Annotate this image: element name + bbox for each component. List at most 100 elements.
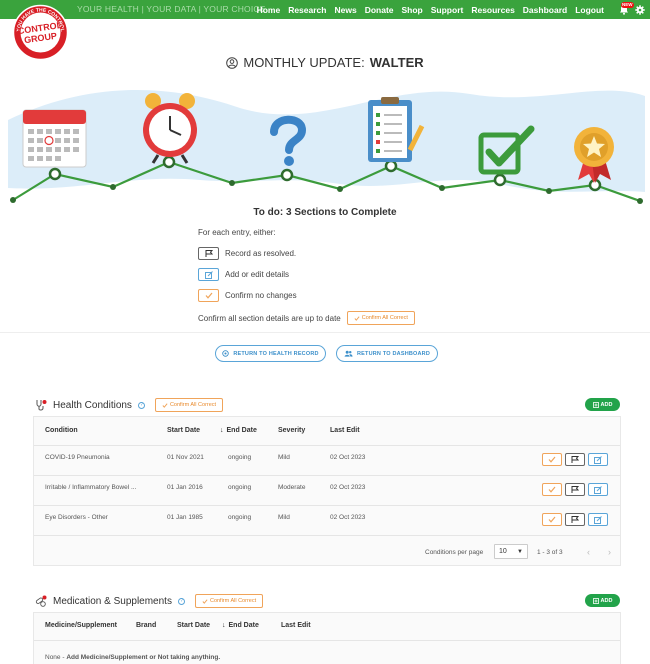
top-nav-bar: YOUR HEALTH | YOUR DATA | YOUR CHOICE Ho… (0, 0, 650, 19)
nav-link-donate[interactable]: Donate (365, 5, 394, 15)
check-icon (548, 486, 556, 493)
end-date: ongoing (228, 514, 252, 521)
column-header-brand[interactable]: Brand (136, 622, 156, 629)
nav-link-research[interactable]: Research (288, 5, 326, 15)
add-label: ADD (600, 597, 613, 604)
edit-icon (594, 515, 602, 524)
divider (34, 640, 620, 641)
confirm-no-changes-button[interactable] (542, 453, 562, 466)
caret-down-icon: ▼ (517, 548, 523, 555)
flag-icon (571, 456, 579, 463)
edit-details-button[interactable] (588, 453, 608, 466)
plus-square-icon (592, 401, 599, 408)
check-icon (548, 456, 556, 463)
confirm-all-correct-label: Confirm All Correct (361, 315, 408, 321)
start-date: 01 Jan 1985 (167, 514, 203, 521)
edit-details-button[interactable] (588, 483, 608, 496)
medal-icon (574, 127, 614, 183)
edit-icon (594, 485, 602, 494)
next-page-icon[interactable]: › (608, 547, 611, 557)
severity: Moderate (278, 484, 306, 491)
column-header-start-date[interactable]: Start Date (167, 427, 200, 434)
pills-icon (35, 595, 47, 607)
column-header-severity[interactable]: Severity (278, 427, 305, 434)
flag-icon (571, 486, 579, 493)
medication-header: Medication & Supplements ? Confirm All C… (35, 594, 264, 608)
nav-tagline: YOUR HEALTH | YOUR DATA | YOUR CHOICE (77, 4, 266, 14)
check-icon (202, 598, 208, 604)
add-medication-link[interactable]: Add Medicine/Supplement or Not taking an… (66, 654, 220, 661)
condition-name: COVID-19 Pneumonia (45, 454, 110, 461)
flag-icon (571, 516, 579, 523)
add-medication-button[interactable]: ADD (585, 594, 620, 607)
nav-link-home[interactable]: Home (257, 5, 281, 15)
column-header-end-date[interactable]: ↓ End Date (220, 427, 257, 434)
end-date-label: End Date (226, 427, 257, 434)
per-page-select[interactable]: 10 ▼ (494, 544, 528, 559)
sort-arrow-down-icon: ↓ (222, 622, 226, 629)
section-title: Health Conditions (53, 399, 132, 411)
page-title: MONTHLY UPDATE: WALTER (0, 55, 650, 70)
column-header-condition[interactable]: Condition (45, 427, 78, 434)
confirm-no-changes-button[interactable] (542, 513, 562, 526)
todo-heading: To do: 3 Sections to Complete (253, 207, 397, 218)
confirm-all-correct-button[interactable]: Confirm All Correct (154, 398, 224, 412)
app: YOUR HEALTH | YOUR DATA | YOUR CHOICE Ho… (0, 0, 650, 664)
last-edit: 02 Oct 2023 (330, 454, 366, 461)
record-resolved-button[interactable] (565, 513, 585, 526)
confirm-all-correct-button[interactable]: Confirm All Correct (346, 311, 415, 325)
return-to-health-record-label: RETURN TO HEALTH RECORD (233, 350, 319, 357)
column-header-last-edit[interactable]: Last Edit (281, 622, 311, 629)
control-group-logo[interactable]: YOU HAVE THE CONTROL CONTROL GROUP (12, 4, 69, 61)
edit-details-button[interactable] (588, 513, 608, 526)
severity: Mild (278, 454, 290, 461)
nav-link-news[interactable]: News (334, 5, 356, 15)
nav-link-dashboard[interactable]: Dashboard (523, 5, 567, 15)
per-page-value: 10 (499, 548, 507, 555)
progress-illustration (8, 89, 645, 204)
return-to-dashboard-button[interactable]: RETURN TO DASHBOARD (336, 345, 438, 362)
confirm-no-changes-button[interactable] (542, 483, 562, 496)
record-resolved-button[interactable] (565, 453, 585, 466)
nav-link-resources[interactable]: Resources (471, 5, 514, 15)
start-date: 01 Nov 2021 (167, 454, 204, 461)
user-circle-icon (226, 56, 239, 69)
add-condition-button[interactable]: ADD (585, 398, 620, 411)
check-icon (162, 402, 168, 408)
severity: Mild (278, 514, 290, 521)
nav-link-shop[interactable]: Shop (402, 5, 423, 15)
empty-state-prefix: None - (45, 654, 67, 661)
health-conditions-header: Health Conditions ? Confirm All Correct (35, 398, 224, 412)
record-resolved-button[interactable] (565, 483, 585, 496)
confirm-all-correct-button[interactable]: Confirm All Correct (194, 594, 264, 608)
legend-confirm-label: Confirm no changes (225, 291, 297, 300)
divider (34, 535, 620, 536)
calendar-icon (22, 109, 87, 168)
confirm-all-correct-label: Confirm All Correct (169, 402, 217, 408)
nav-link-support[interactable]: Support (431, 5, 464, 15)
confirm-all-text: Confirm all section details are up to da… (198, 313, 341, 323)
column-header-medicine[interactable]: Medicine/Supplement (45, 622, 117, 629)
help-icon[interactable]: ? (137, 401, 145, 409)
target-icon (222, 350, 230, 357)
help-icon[interactable]: ? (177, 597, 185, 605)
condition-name: Irritable / Inflammatory Bowel ... (45, 484, 137, 491)
end-date: ongoing (228, 484, 252, 491)
divider (0, 332, 650, 333)
column-header-start-date[interactable]: Start Date (177, 622, 210, 629)
settings-gear-icon[interactable] (635, 5, 645, 15)
nav-link-logout[interactable]: Logout (575, 5, 604, 15)
last-edit: 02 Oct 2023 (330, 514, 366, 521)
section-title: Medication & Supplements (53, 595, 172, 607)
column-header-end-date[interactable]: ↓ End Date (222, 622, 259, 629)
return-to-health-record-button[interactable]: RETURN TO HEALTH RECORD (215, 345, 326, 362)
condition-name: Eye Disorders - Other (45, 514, 108, 521)
column-header-last-edit[interactable]: Last Edit (330, 427, 360, 434)
edit-icon (198, 268, 219, 281)
legend-edit: Add or edit details (198, 268, 289, 281)
previous-page-icon[interactable]: ‹ (587, 547, 590, 557)
last-edit: 02 Oct 2023 (330, 484, 366, 491)
divider (34, 475, 620, 476)
title-user-name: WALTER (369, 55, 424, 70)
return-to-dashboard-label: RETURN TO DASHBOARD (356, 350, 431, 357)
